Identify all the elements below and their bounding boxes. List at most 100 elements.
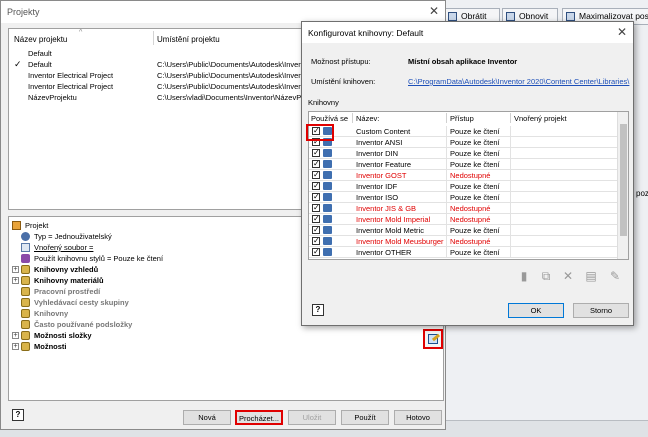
library-icon [323,215,332,223]
library-icon[interactable]: ▮ [517,269,531,283]
checkmark-icon: ✓ [14,59,22,69]
file-icon [21,243,30,252]
cancel-button[interactable]: Storno [573,303,629,318]
used-checkbox[interactable]: ✓ [312,215,320,223]
library-row[interactable]: ✓ Inventor Mold Meusburger Nedostupné [309,236,619,247]
apply-button[interactable]: Použít [341,410,389,425]
refresh-icon [448,12,457,21]
used-checkbox[interactable]: ✓ [312,193,320,201]
used-checkbox[interactable]: ✓ [312,149,320,157]
maximize-icon [566,12,575,21]
column-header-used[interactable]: Používá se [311,114,348,123]
expand-icon[interactable]: + [12,332,19,339]
library-icon [323,248,332,256]
folder-icon [21,331,30,340]
library-icon [323,149,332,157]
scrollbar-thumb[interactable] [620,124,627,236]
ok-button[interactable]: OK [508,303,564,318]
tree-item-include[interactable]: Vnořený soubor = [21,242,93,253]
library-row[interactable]: ✓ Inventor ANSI Pouze ke čtení [309,137,619,148]
library-icon [323,160,332,168]
config-titlebar: Konfigurovat knihovny: Default ✕ [302,22,633,43]
library-row[interactable]: ✓ Inventor Mold Metric Pouze ke čtení [309,225,619,236]
tree-item-group-search[interactable]: Vyhledávací cesty skupiny [21,297,129,308]
library-icon [21,265,30,274]
expand-icon[interactable]: + [12,277,19,284]
export-icon[interactable]: ▤ [584,269,598,283]
help-icon[interactable]: ? [12,409,24,421]
tree-item-material-libraries[interactable]: + Knihovny materiálů [12,275,212,286]
library-icon [323,182,332,190]
library-row[interactable]: ✓ Inventor GOST Nedostupné [309,170,619,181]
expand-icon[interactable]: + [12,266,19,273]
tree-item-libraries[interactable]: Knihovny [21,308,68,319]
copy-icon[interactable]: ⧉ [539,269,553,283]
library-row[interactable]: ✓ Inventor Feature Pouze ke čtení [309,159,619,170]
tree-item-type[interactable]: Typ = Jednouživatelský [21,231,112,242]
folder-icon [21,287,30,296]
tree-item-folder-options[interactable]: + Možnosti složky [12,330,212,341]
folder-icon [21,342,30,351]
library-icon [323,226,332,234]
used-checkbox[interactable]: ✓ [312,160,320,168]
library-row[interactable]: ✓ Inventor ISO Pouze ke čtení [309,192,619,203]
config-title: Konfigurovat knihovny: Default [308,28,424,38]
save-button[interactable]: Uložit [288,410,336,425]
used-checkbox[interactable]: ✓ [312,182,320,190]
libraries-grid[interactable]: Používá se Název: Přístup Vnořený projek… [308,111,629,260]
folder-icon [21,309,30,318]
column-separator[interactable] [510,113,511,123]
column-separator[interactable] [352,113,353,123]
access-value: Místní obsah aplikace Inventor [408,57,518,66]
access-label: Možnost přístupu: [311,57,371,66]
tree-item-options[interactable]: + Možnosti [12,341,212,352]
used-checkbox[interactable]: ✓ [312,226,320,234]
style-library-icon [21,254,30,263]
tree-item-workspace[interactable]: Pracovní prostředí [21,286,100,297]
location-link[interactable]: C:\ProgramData\Autodesk\Inventor 2020\Co… [408,77,629,86]
checkbox-highlight [306,124,334,141]
library-row[interactable]: ✓ Inventor JIS & GB Nedostupné [309,203,619,214]
column-header-name[interactable]: Název: [356,114,379,123]
refresh-icon [506,12,515,21]
column-separator[interactable] [446,113,447,123]
used-checkbox[interactable]: ✓ [312,248,320,256]
column-header-path[interactable]: Umístění projektu [157,35,220,44]
user-icon [21,232,30,241]
configure-libraries-dialog: Konfigurovat knihovny: Default ✕ Možnost… [301,21,634,326]
library-row[interactable]: ✓ Inventor DIN Pouze ke čtení [309,148,619,159]
edit-icon[interactable]: ✎ [608,269,622,283]
column-separator[interactable] [153,31,154,45]
help-icon[interactable]: ? [312,304,324,316]
new-button[interactable]: Nová [183,410,231,425]
sort-arrow-icon: ^ [79,29,83,36]
library-icon [323,171,332,179]
tree-item-appearance-libraries[interactable]: + Knihovny vzhledů [12,264,212,275]
side-text: pozu [636,189,648,198]
tree-root[interactable]: Projekt [12,220,48,231]
library-row[interactable]: ✓ Inventor IDF Pouze ke čtení [309,181,619,192]
folder-icon [21,320,30,329]
library-row[interactable]: ✓ Inventor OTHER Pouze ke čtení [309,247,619,258]
delete-icon[interactable]: ✕ [561,269,575,283]
browse-button[interactable]: Procházet... [235,410,283,425]
column-header-name[interactable]: Název projektu [14,35,67,44]
close-icon[interactable]: ✕ [429,4,439,18]
location-label: Umístění knihoven: [311,77,376,86]
configure-libraries-button[interactable] [423,329,443,349]
libraries-label: Knihovny [308,98,339,107]
used-checkbox[interactable]: ✓ [312,171,320,179]
done-button[interactable]: Hotovo [394,410,442,425]
used-checkbox[interactable]: ✓ [312,237,320,245]
tree-item-style-library[interactable]: Použít knihovnu stylů = Pouze ke čtení [21,253,163,264]
column-header-nested[interactable]: Vnořený projekt [514,114,567,123]
column-header-access[interactable]: Přístup [450,114,474,123]
vertical-scrollbar[interactable] [617,112,628,259]
tree-item-frequent-subfolders[interactable]: Často používané podsložky [21,319,132,330]
library-row[interactable]: ✓ Custom Content Pouze ke čtení [309,126,619,137]
close-icon[interactable]: ✕ [617,25,627,39]
library-row[interactable]: ✓ Inventor Mold Imperial Nedostupné [309,214,619,225]
expand-icon[interactable]: + [12,343,19,350]
used-checkbox[interactable]: ✓ [312,204,320,212]
library-icon [323,193,332,201]
